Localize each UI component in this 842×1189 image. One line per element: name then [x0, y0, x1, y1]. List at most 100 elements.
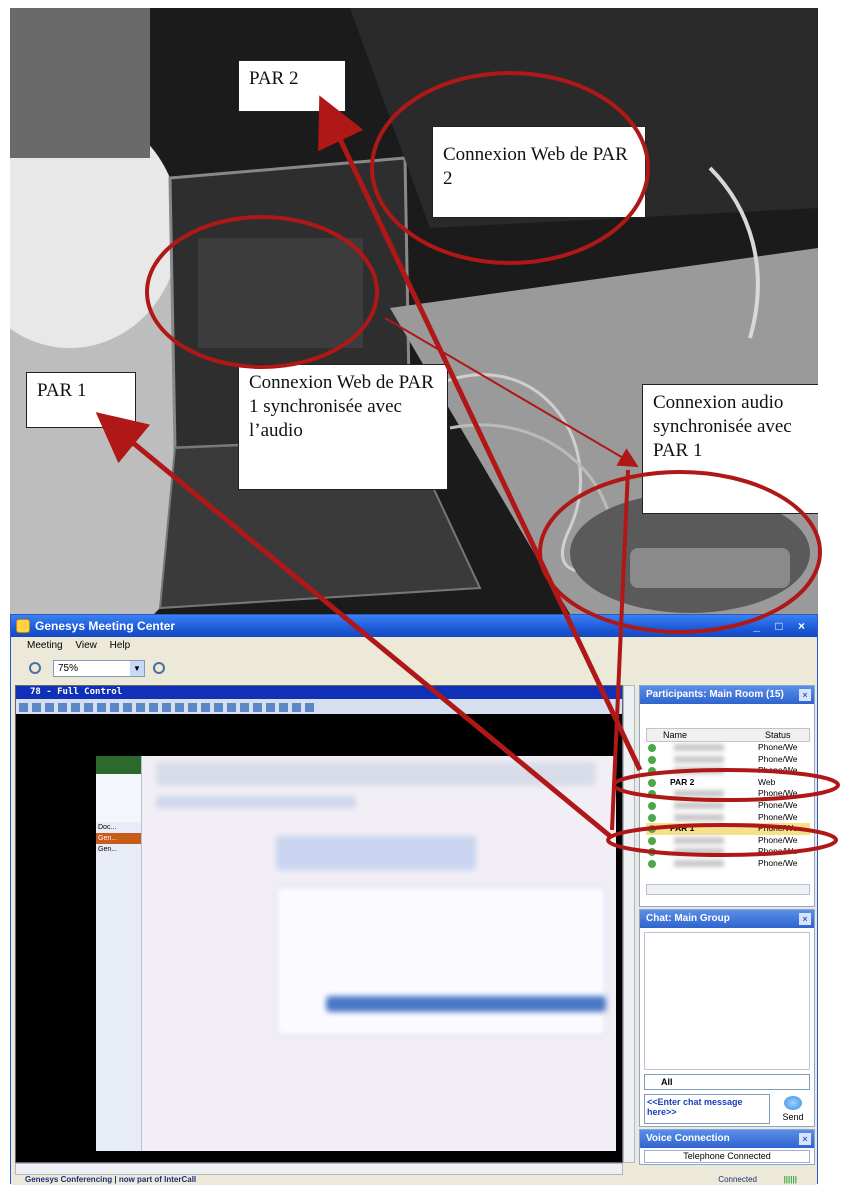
- connection-status: Connected: [718, 1175, 757, 1184]
- send-button[interactable]: Send: [776, 1096, 810, 1124]
- close-icon[interactable]: ×: [799, 1133, 811, 1145]
- menu-meeting[interactable]: Meeting: [27, 640, 63, 651]
- redacted-name: [674, 859, 724, 867]
- redacted-name: [674, 848, 724, 856]
- close-icon[interactable]: ×: [799, 913, 811, 925]
- callout-web-par1: Connexion Web de PAR 1 synchronisée avec…: [238, 364, 448, 490]
- status-bar: Genesys Conferencing | now part of Inter…: [11, 1175, 817, 1185]
- shared-toolbar: [16, 699, 622, 714]
- shared-window-title: 78 - Full Control: [16, 686, 622, 699]
- redacted-name: [674, 836, 724, 844]
- redacted-name: [674, 744, 724, 751]
- chat-title: Chat: Main Group: [646, 913, 730, 924]
- participant-status: Phone/We: [758, 788, 798, 799]
- participant-row[interactable]: Phone/We: [646, 754, 810, 766]
- window-title: Genesys Meeting Center: [35, 619, 176, 633]
- menu-help[interactable]: Help: [110, 640, 131, 651]
- shared-sidebar: Doc... Gen... Gen...: [96, 756, 142, 1151]
- shared-sidebar-item: Gen...: [96, 833, 141, 844]
- toolbar: 75% ▼: [11, 655, 817, 681]
- chevron-down-icon: ▼: [130, 661, 144, 676]
- participants-scrollbar[interactable]: [646, 884, 810, 895]
- meeting-center-window: Genesys Meeting Center _ □ × Meeting Vie…: [10, 614, 818, 1185]
- participant-status: Phone/We: [758, 834, 798, 845]
- participant-status: Phone/We: [758, 742, 798, 752]
- redacted-name: [674, 790, 724, 798]
- menu-view[interactable]: View: [75, 640, 97, 651]
- phone-icon: [648, 848, 656, 857]
- phone-icon: [648, 825, 656, 834]
- menu-bar: Meeting View Help: [11, 637, 817, 655]
- shared-screen-area[interactable]: 78 - Full Control Doc... Gen... Gen...: [15, 685, 623, 1163]
- participant-row[interactable]: Phone/We: [646, 788, 810, 800]
- participant-name: PAR 1: [670, 823, 695, 834]
- annotated-photo: PAR 2 Connexion Web de PAR 2 PAR 1 Conne…: [10, 8, 818, 614]
- vertical-scrollbar[interactable]: [623, 685, 635, 1163]
- redacted-name: [674, 767, 724, 775]
- column-status[interactable]: Status: [765, 729, 791, 741]
- photo-illustration: [10, 8, 818, 614]
- chat-title-bar: Chat: Main Group ×: [640, 910, 814, 928]
- phone-icon: [648, 778, 656, 787]
- column-name[interactable]: Name: [663, 729, 687, 741]
- voice-title-bar: Voice Connection ×: [640, 1130, 814, 1148]
- participant-row[interactable]: Phone/We: [646, 800, 810, 812]
- participant-status: Phone/We: [758, 799, 798, 810]
- participant-status: Phone/We: [758, 811, 798, 822]
- participant-row[interactable]: Phone/We: [646, 846, 810, 858]
- window-controls[interactable]: _ □ ×: [753, 615, 811, 637]
- chat-input[interactable]: <<Enter chat message here>>: [644, 1094, 770, 1124]
- callout-web-par2: Connexion Web de PAR 2: [432, 126, 646, 218]
- voice-title: Voice Connection: [646, 1133, 730, 1144]
- phone-icon: [648, 801, 656, 810]
- participants-header: Name Status: [646, 728, 810, 742]
- phone-icon: [648, 767, 656, 776]
- phone-icon: [648, 859, 656, 868]
- zoom-out-icon[interactable]: [29, 662, 41, 674]
- phone-icon: [648, 790, 656, 799]
- phone-icon: [648, 744, 656, 752]
- chat-panel: Chat: Main Group × All <<Enter chat mess…: [639, 909, 815, 1127]
- participant-row[interactable]: PAR 2 Web: [646, 777, 810, 789]
- participant-list: Phone/We Phone/We Phone/We PAR 2 Web Phone/We…: [646, 742, 810, 882]
- participant-row[interactable]: Phone/We: [646, 765, 810, 777]
- participant-row[interactable]: Phone/We: [646, 835, 810, 847]
- chat-history: [644, 932, 810, 1070]
- close-icon[interactable]: ×: [799, 689, 811, 701]
- callout-par2: PAR 2: [238, 60, 346, 112]
- brand-label: Genesys Conferencing | now part of Inter…: [25, 1175, 197, 1184]
- app-logo-icon: [16, 619, 30, 633]
- signal-icon: ||||||: [783, 1175, 797, 1184]
- participant-status: Phone/We: [758, 857, 798, 868]
- participants-panel: Participants: Main Room (15) × Name Stat…: [639, 685, 815, 907]
- participant-status: Phone/We: [758, 753, 798, 764]
- participant-name: PAR 2: [670, 776, 695, 787]
- voice-panel: Voice Connection × Telephone Connected: [639, 1129, 815, 1165]
- participant-status: Phone/We: [758, 765, 798, 776]
- callout-par1: PAR 1: [26, 372, 136, 428]
- phone-icon: [648, 755, 656, 764]
- shared-desktop: Doc... Gen... Gen...: [96, 756, 616, 1151]
- zoom-in-icon[interactable]: [153, 662, 165, 674]
- voice-status: Telephone Connected: [644, 1150, 810, 1163]
- redacted-name: [674, 801, 724, 809]
- participant-status: Phone/We: [758, 823, 798, 834]
- participants-title-bar: Participants: Main Room (15) ×: [640, 686, 814, 704]
- shared-sidebar-item: Gen...: [98, 846, 118, 853]
- participant-status: Phone/We: [758, 846, 798, 857]
- chat-recipient-select[interactable]: All: [644, 1074, 810, 1090]
- participant-row[interactable]: PAR 1 Phone/We: [646, 823, 810, 835]
- horizontal-scrollbar[interactable]: [15, 1163, 623, 1175]
- callout-audio-par1: Connexion audio synchronisée avec PAR 1: [642, 384, 818, 514]
- redacted-name: [674, 755, 724, 763]
- participant-row[interactable]: Phone/We: [646, 812, 810, 824]
- phone-icon: [648, 836, 656, 845]
- zoom-select[interactable]: 75% ▼: [53, 660, 145, 677]
- zoom-value: 75%: [58, 663, 79, 674]
- participant-status: Web: [758, 776, 776, 787]
- window-titlebar[interactable]: Genesys Meeting Center _ □ ×: [11, 615, 817, 637]
- participant-row[interactable]: Phone/We: [646, 742, 810, 754]
- shared-sidebar-item: Doc...: [98, 824, 117, 831]
- participants-title: Participants: Main Room (15): [646, 689, 784, 700]
- participant-row[interactable]: Phone/We: [646, 858, 810, 870]
